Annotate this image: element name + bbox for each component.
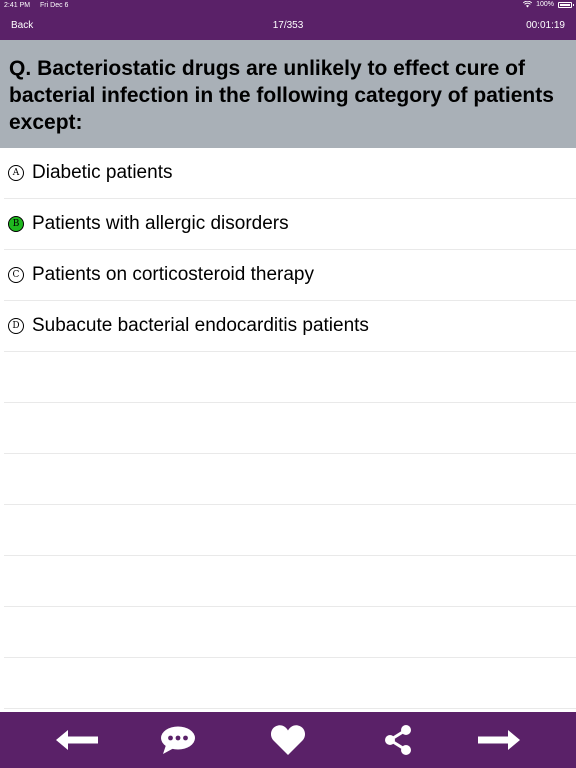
wifi-icon: [523, 1, 533, 8]
option-letter-icon: C: [8, 267, 24, 283]
heart-icon: [270, 725, 306, 755]
next-button[interactable]: [474, 724, 524, 756]
option-letter-icon: A: [8, 165, 24, 181]
empty-row: [4, 556, 576, 607]
option-text: Patients on corticosteroid therapy: [32, 264, 314, 285]
option-c[interactable]: C Patients on corticosteroid therapy: [4, 250, 576, 301]
empty-row: [4, 352, 576, 403]
battery-icon: [558, 1, 574, 8]
empty-row: [4, 454, 576, 505]
option-letter-icon: D: [8, 318, 24, 334]
status-time: 2:41 PM: [4, 2, 31, 9]
empty-row: [4, 403, 576, 454]
option-d[interactable]: D Subacute bacterial endocarditis patien…: [4, 301, 576, 352]
options-list: A Diabetic patients B Patients with alle…: [0, 148, 576, 709]
question-prefix: Q.: [9, 57, 32, 80]
previous-button[interactable]: [52, 724, 102, 756]
option-text: Subacute bacterial endocarditis patients: [32, 315, 369, 336]
option-text: Diabetic patients: [32, 162, 173, 183]
share-button[interactable]: [373, 724, 423, 756]
status-left: 2:41 PM Fri Dec 6: [4, 2, 68, 9]
share-icon: [385, 725, 411, 755]
comments-button[interactable]: [153, 724, 203, 756]
option-text: Patients with allergic disorders: [32, 213, 289, 234]
status-bar: 2:41 PM Fri Dec 6 100%: [0, 0, 576, 12]
option-letter-icon-selected: B: [8, 216, 24, 232]
question-counter: 17/353: [272, 20, 304, 31]
battery-percent: 100%: [536, 1, 554, 8]
quiz-timer: 00:01:19: [526, 20, 565, 31]
arrow-left-icon: [56, 730, 98, 750]
bottom-toolbar: [0, 712, 576, 768]
comment-icon: [161, 726, 195, 754]
empty-row: [4, 607, 576, 658]
status-right: 100%: [523, 1, 574, 8]
empty-row: [4, 505, 576, 556]
option-a[interactable]: A Diabetic patients: [4, 148, 576, 199]
nav-bar: Back 17/353 00:01:19: [0, 12, 576, 40]
arrow-right-icon: [478, 730, 520, 750]
empty-row: [4, 658, 576, 709]
option-b[interactable]: B Patients with allergic disorders: [4, 199, 576, 250]
favorite-button[interactable]: [263, 724, 313, 756]
question-text: Bacteriostatic drugs are unlikely to eff…: [9, 57, 554, 134]
status-date: Fri Dec 6: [40, 2, 69, 9]
question-panel: Q. Bacteriostatic drugs are unlikely to e…: [0, 40, 576, 148]
